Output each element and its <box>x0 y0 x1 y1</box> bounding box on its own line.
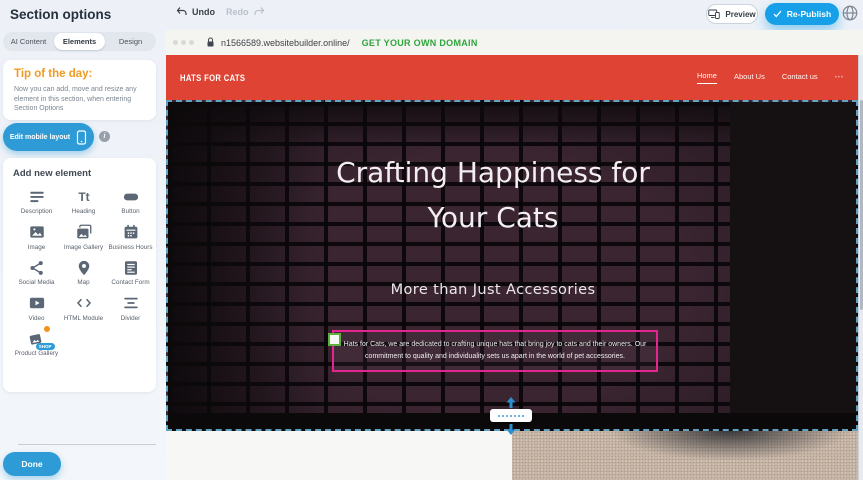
tip-card: Tip of the day: Now you can add, move an… <box>3 60 156 120</box>
element-item-label: Contact Form <box>111 279 149 287</box>
element-item-label: HTML Module <box>64 315 103 323</box>
element-item-label: Video <box>29 315 45 323</box>
tip-title: Tip of the day: <box>14 68 145 80</box>
element-grid: Description Tt Heading Button Image Image Gal… <box>13 187 152 358</box>
shop-badge: SHOP <box>36 343 55 350</box>
tab-elements[interactable]: Elements <box>54 33 105 50</box>
tip-body: Now you can add, move and resize any ele… <box>14 85 145 114</box>
add-element-title: Add new element <box>13 168 152 179</box>
image-gallery-icon <box>75 223 93 242</box>
product-gallery-icon: SHOP <box>28 329 46 348</box>
element-item-divider[interactable]: Divider <box>107 294 154 323</box>
hero-subheading[interactable]: More than Just Accessories <box>168 282 818 298</box>
devices-icon <box>708 9 720 19</box>
check-icon <box>773 10 782 18</box>
lock-icon <box>206 37 215 48</box>
topbar: Section options Undo Redo Preview Re-Pub… <box>0 0 863 30</box>
republish-button[interactable]: Re-Publish <box>765 3 839 25</box>
nav-item-about-us[interactable]: About Us <box>734 72 765 84</box>
element-item-label: Description <box>21 208 53 216</box>
element-item-social-media[interactable]: Social Media <box>13 258 60 287</box>
resize-grip[interactable] <box>490 409 532 422</box>
element-item-label: Social Media <box>18 279 54 287</box>
tab-ai-content[interactable]: AI Content <box>3 33 54 50</box>
element-item-image[interactable]: Image <box>13 223 60 252</box>
sidebar: AI ContentElementsDesign Tip of the day:… <box>0 30 166 480</box>
tab-design[interactable]: Design <box>105 33 156 50</box>
description-icon <box>28 187 46 206</box>
redo-button[interactable]: Redo <box>226 6 265 17</box>
globe-icon[interactable] <box>841 4 859 22</box>
element-item-business-hours[interactable]: Business Hours <box>107 223 154 252</box>
resize-up-icon <box>506 397 516 408</box>
page-title: Section options <box>10 7 111 22</box>
phone-icon <box>76 130 87 145</box>
site-logo[interactable]: HATS FOR CATS <box>180 73 245 83</box>
nav-more-button[interactable]: ••• <box>835 75 844 81</box>
next-section-image <box>512 431 858 480</box>
section-resize-handle[interactable] <box>490 394 532 438</box>
hero-section[interactable]: Crafting Happiness for Your Cats More th… <box>166 100 858 431</box>
social-media-icon <box>28 258 46 277</box>
element-item-image-gallery[interactable]: Image Gallery <box>60 223 107 252</box>
undo-button[interactable]: Undo <box>176 6 215 17</box>
contact-form-icon <box>122 258 140 277</box>
nav-item-contact-us[interactable]: Contact us <box>782 72 818 84</box>
divider-icon <box>122 294 140 313</box>
element-item-button[interactable]: Button <box>107 187 154 216</box>
info-icon[interactable]: i <box>99 131 110 142</box>
site-preview: n1566589.websitebuilder.online/ GET YOUR… <box>166 30 863 480</box>
element-item-video[interactable]: Video <box>13 294 60 323</box>
element-item-label: Business Hours <box>108 244 152 252</box>
nav-item-home[interactable]: Home <box>697 71 717 84</box>
element-item-contact-form[interactable]: Contact Form <box>107 258 154 287</box>
undo-icon <box>176 6 188 17</box>
selection-drag-handle[interactable] <box>328 333 341 346</box>
svg-text:Tt: Tt <box>78 190 89 204</box>
element-item-product-gallery[interactable]: SHOPProduct Gallery <box>13 329 60 358</box>
hero-heading[interactable]: Crafting Happiness for Your Cats <box>313 150 673 240</box>
carpet-seam <box>718 471 858 480</box>
site-url: n1566589.websitebuilder.online/ <box>221 38 350 48</box>
site-nav: Home About Us Contact us ••• <box>697 71 844 84</box>
preview-scrollbar <box>858 55 863 480</box>
element-item-label: Button <box>121 208 139 216</box>
new-badge-icon <box>43 325 51 333</box>
element-item-label: Image <box>28 244 46 252</box>
business-hours-icon <box>122 223 140 242</box>
element-item-description[interactable]: Description <box>13 187 60 216</box>
video-icon <box>28 294 46 313</box>
element-item-html-module[interactable]: HTML Module <box>60 294 107 323</box>
hero-content: Crafting Happiness for Your Cats More th… <box>168 102 856 429</box>
preview-button[interactable]: Preview <box>706 4 758 24</box>
site-header: HATS FOR CATS Home About Us Contact us ••• <box>166 55 858 100</box>
next-section-text-column <box>166 431 512 480</box>
button-icon <box>122 187 140 206</box>
sidebar-tabs: AI ContentElementsDesign <box>3 32 156 51</box>
site-canvas: HATS FOR CATS HomeAbout UsContact us••• … <box>166 55 858 480</box>
done-button[interactable]: Done <box>3 452 61 476</box>
resize-down-icon <box>506 424 516 435</box>
image-icon <box>28 223 46 242</box>
get-domain-link[interactable]: GET YOUR OWN DOMAIN <box>362 38 478 48</box>
element-item-heading[interactable]: Tt Heading <box>60 187 107 216</box>
element-item-label: Heading <box>72 208 95 216</box>
add-element-panel: Add new element Description Tt Heading Butt… <box>3 158 156 392</box>
hero-paragraph-selected[interactable]: Hats for Cats, we are dedicated to craft… <box>332 330 658 372</box>
element-item-label: Divider <box>121 315 141 323</box>
element-item-label: Map <box>77 279 89 287</box>
heading-icon: Tt <box>75 187 93 206</box>
html-module-icon <box>75 294 93 313</box>
element-item-map[interactable]: Map <box>60 258 107 287</box>
element-item-label: Product Gallery <box>15 350 58 358</box>
next-section[interactable] <box>166 431 858 480</box>
browser-dots-icon <box>173 40 194 45</box>
browser-bar: n1566589.websitebuilder.online/ GET YOUR… <box>166 30 863 55</box>
sidebar-divider <box>18 444 156 445</box>
app-window: Section options Undo Redo Preview Re-Pub… <box>0 0 863 480</box>
redo-icon <box>253 6 265 17</box>
element-item-label: Image Gallery <box>64 244 103 252</box>
edit-mobile-layout-button[interactable]: Edit mobile layout <box>3 123 94 151</box>
map-icon <box>75 258 93 277</box>
